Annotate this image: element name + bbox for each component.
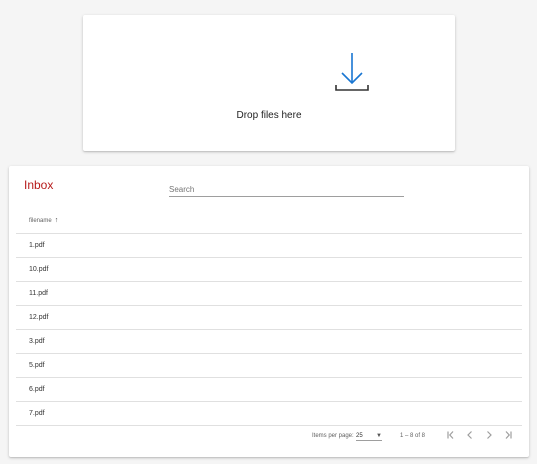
table-row[interactable]: 1.pdf [16, 234, 522, 258]
last-page-button[interactable] [501, 428, 515, 442]
items-per-page-select[interactable]: 25 ▼ [356, 431, 382, 441]
items-per-page-label: Items per page: [312, 433, 354, 439]
range-label: 1 – 8 of 8 [400, 433, 426, 439]
table-header: filename ↑ [16, 208, 522, 234]
first-page-button[interactable] [444, 428, 458, 442]
filename-cell: 5.pdf [29, 362, 45, 369]
dropzone-label: Drop files here [236, 110, 302, 121]
download-icon [335, 53, 369, 91]
dropdown-caret-icon: ▼ [376, 433, 382, 439]
filename-cell: 6.pdf [29, 386, 45, 393]
column-header-filename[interactable]: filename [29, 218, 52, 224]
filename-cell: 12.pdf [29, 314, 49, 321]
table-row[interactable]: 10.pdf [16, 258, 522, 282]
search-input[interactable] [169, 183, 404, 197]
first-page-icon [447, 431, 454, 439]
items-per-page-value: 25 [356, 433, 363, 439]
table-row[interactable]: 3.pdf [16, 330, 522, 354]
sort-ascending-icon[interactable]: ↑ [55, 217, 59, 224]
paginator: Items per page: 25 ▼ 1 – 8 of 8 [9, 424, 529, 449]
filename-cell: 11.pdf [29, 290, 48, 297]
filename-cell: 1.pdf [29, 242, 45, 249]
chevron-right-icon [487, 431, 492, 439]
table-row[interactable]: 12.pdf [16, 306, 522, 330]
inbox-panel: Inbox filename ↑ 1.pdf 10.pdf 11.pdf 12.… [9, 166, 529, 457]
table-row[interactable]: 11.pdf [16, 282, 522, 306]
next-page-button[interactable] [482, 428, 496, 442]
file-dropzone[interactable]: Drop files here [83, 15, 455, 151]
file-table: filename ↑ 1.pdf 10.pdf 11.pdf 12.pdf 3.… [16, 208, 522, 426]
chevron-left-icon [467, 431, 472, 439]
inbox-title: Inbox [24, 178, 54, 192]
table-row[interactable]: 5.pdf [16, 354, 522, 378]
last-page-icon [505, 431, 512, 439]
previous-page-button[interactable] [463, 428, 477, 442]
filename-cell: 3.pdf [29, 338, 45, 345]
filename-cell: 7.pdf [29, 410, 45, 417]
table-row[interactable]: 7.pdf [16, 402, 522, 426]
filename-cell: 10.pdf [29, 266, 49, 273]
table-row[interactable]: 6.pdf [16, 378, 522, 402]
